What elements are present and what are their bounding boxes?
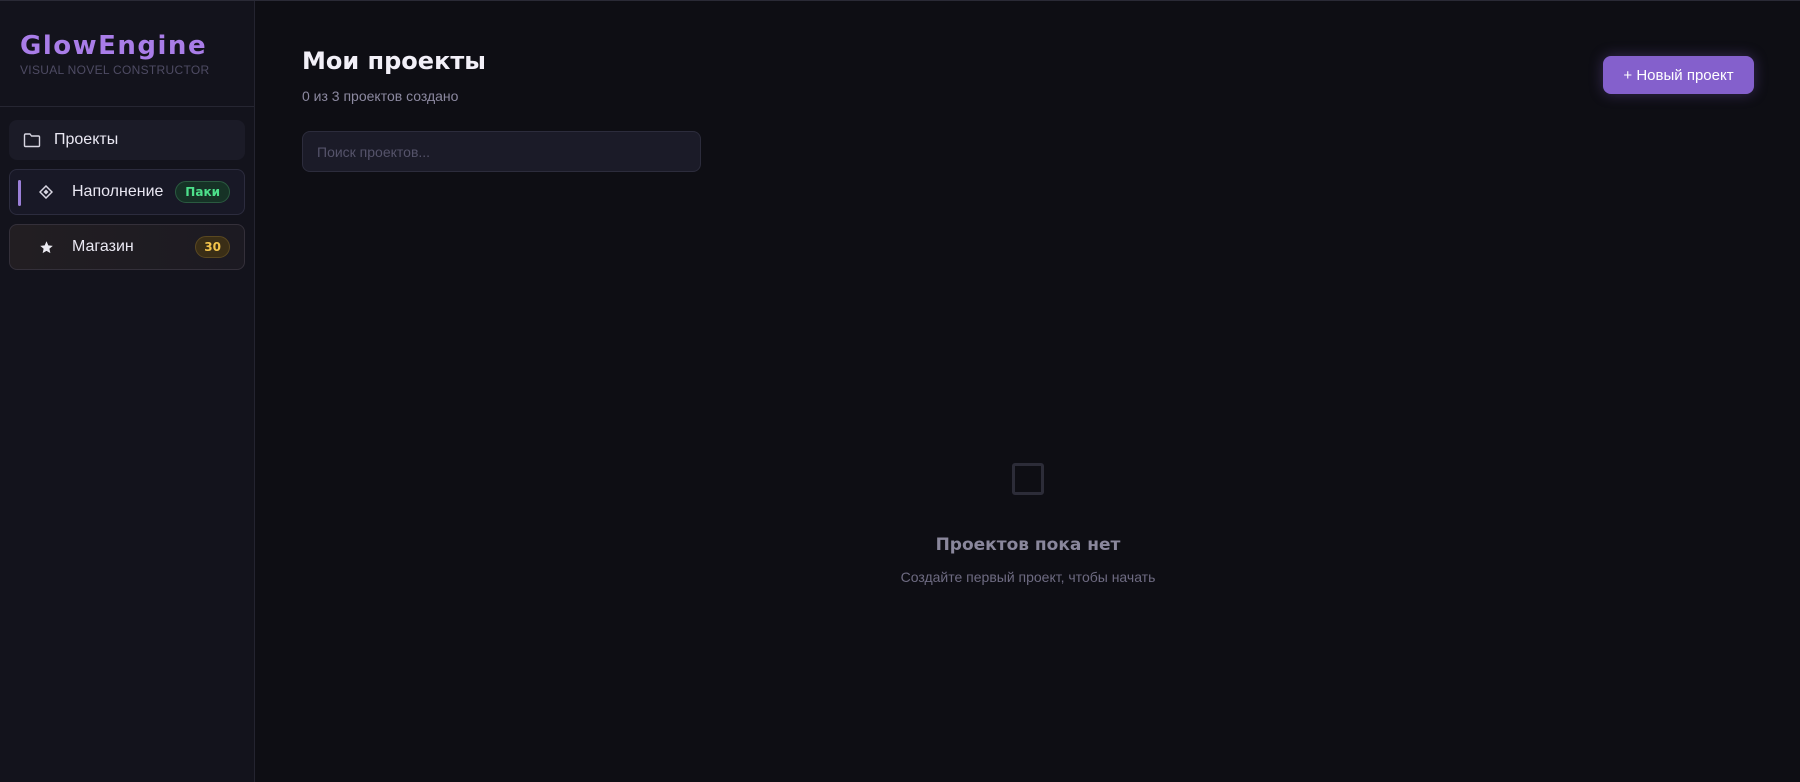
sidebar-item-content[interactable]: Наполнение Паки xyxy=(9,169,245,215)
sidebar-item-shop[interactable]: Магазин 30 xyxy=(9,224,245,270)
sidebar-item-label: Проекты xyxy=(54,131,119,148)
brand: GlowEngine VISUAL NOVEL CONSTRUCTOR xyxy=(0,1,254,107)
new-project-button[interactable]: + Новый проект xyxy=(1603,56,1754,94)
projects-count: 0 из 3 проектов создано xyxy=(302,88,459,104)
brand-subtitle: VISUAL NOVEL CONSTRUCTOR xyxy=(20,63,210,77)
empty-box-icon xyxy=(1012,463,1044,495)
sidebar-item-label: Наполнение xyxy=(72,183,164,200)
main-content: Мои проекты 0 из 3 проектов создано + Но… xyxy=(256,1,1800,782)
app-window: GlowEngine VISUAL NOVEL CONSTRUCTOR Прое… xyxy=(0,0,1800,782)
empty-title: Проектов пока нет xyxy=(935,535,1121,555)
sidebar-item-projects[interactable]: Проекты xyxy=(9,120,245,160)
search-input[interactable] xyxy=(302,131,701,172)
packs-badge: Паки xyxy=(175,181,230,203)
active-indicator xyxy=(18,180,21,206)
sidebar: GlowEngine VISUAL NOVEL CONSTRUCTOR Прое… xyxy=(0,1,255,782)
folder-icon xyxy=(22,130,42,150)
star-icon xyxy=(36,237,56,257)
brand-title: GlowEngine xyxy=(20,31,208,61)
empty-state: Проектов пока нет Создайте первый проект… xyxy=(256,463,1800,585)
page-title: Мои проекты xyxy=(302,47,486,75)
coins-badge: 30 xyxy=(195,236,230,258)
empty-subtitle: Создайте первый проект, чтобы начать xyxy=(900,569,1156,585)
diamond-icon xyxy=(36,182,56,202)
sidebar-item-label: Магазин xyxy=(72,238,134,255)
sidebar-nav: Проекты Наполнение Паки Магазин 30 xyxy=(0,107,254,292)
